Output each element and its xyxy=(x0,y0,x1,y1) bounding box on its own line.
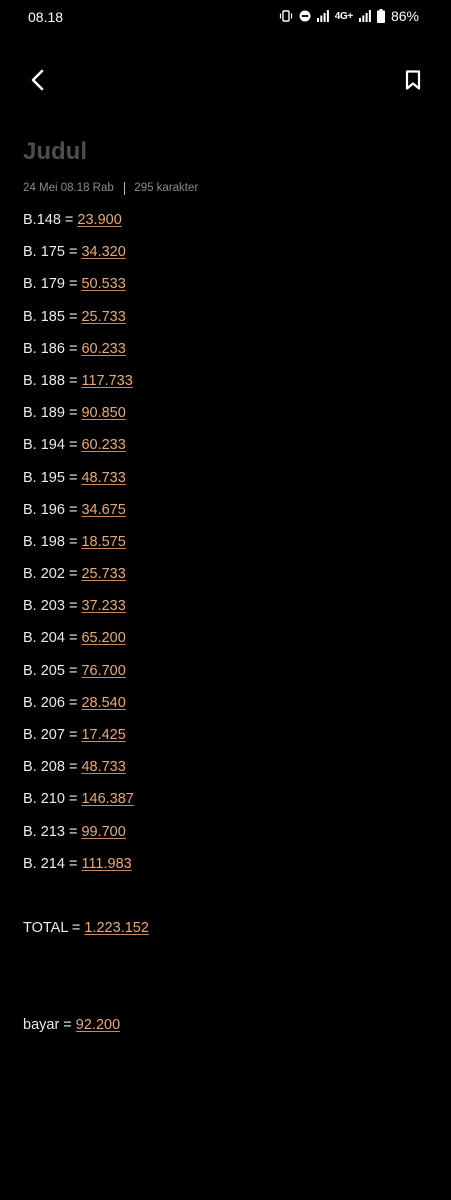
battery-percentage: 86% xyxy=(390,8,419,24)
note-line: B. 194 = 60.233 xyxy=(23,429,431,461)
note-title[interactable]: Judul xyxy=(23,137,87,167)
note-char-count: 295 karakter xyxy=(134,182,199,194)
status-bar: 08.18 4G+ 86% xyxy=(0,0,451,34)
line-label: B. 207 = xyxy=(23,727,82,743)
line-label: B. 205 = xyxy=(23,662,82,679)
line-label: B. 214 = xyxy=(23,855,82,872)
line-value[interactable]: 23.900 xyxy=(77,212,121,228)
bookmark-button[interactable] xyxy=(397,64,429,96)
line-value[interactable]: 48.733 xyxy=(81,759,125,775)
line-value[interactable]: 18.575 xyxy=(81,534,125,550)
total-label: TOTAL = xyxy=(23,920,85,937)
note-line: B. 175 = 34.320 xyxy=(23,236,431,268)
line-label: B. 203 = xyxy=(23,598,82,615)
note-line: B. 188 = 117.733 xyxy=(23,365,431,397)
total-value[interactable]: 1.223.152 xyxy=(84,920,149,936)
line-value[interactable]: 117.733 xyxy=(81,373,132,389)
vibrate-icon xyxy=(279,10,293,22)
note-date: 24 Mei 08.18 Rab xyxy=(23,182,114,194)
bayar-value[interactable]: 92.200 xyxy=(76,1017,120,1033)
network-type: 4G+ xyxy=(334,10,354,22)
bayar-line: bayar = 92.200 xyxy=(23,1009,431,1041)
note-line: B. 196 = 34.675 xyxy=(23,494,431,526)
line-label: B. 204 = xyxy=(23,630,82,647)
line-value[interactable]: 48.733 xyxy=(81,470,125,486)
note-line: B. 202 = 25.733 xyxy=(23,558,431,590)
line-label: B. 186 = xyxy=(23,340,82,357)
line-label: B. 206 = xyxy=(23,694,82,711)
line-value[interactable]: 37.233 xyxy=(81,598,125,614)
line-label: B. 208 = xyxy=(23,759,82,776)
line-value[interactable]: 25.733 xyxy=(81,566,125,582)
note-meta: 24 Mei 08.18 Rab 295 karakter xyxy=(23,181,198,195)
line-value[interactable]: 111.983 xyxy=(81,856,131,872)
line-label: B. 196 = xyxy=(23,501,82,518)
line-label: B. 179 = xyxy=(23,276,82,293)
note-line: B. 205 = 76.700 xyxy=(23,655,431,687)
line-value[interactable]: 60.233 xyxy=(81,437,125,453)
note-line: B. 203 = 37.233 xyxy=(23,590,431,622)
note-line: B. 206 = 28.540 xyxy=(23,687,431,719)
line-label: B.148 = xyxy=(23,212,78,228)
line-label: B. 175 = xyxy=(23,244,82,261)
note-line: B. 210 = 146.387 xyxy=(23,783,431,815)
bayar-label: bayar = xyxy=(23,1016,76,1033)
chevron-left-icon xyxy=(31,69,44,91)
toolbar xyxy=(0,60,451,100)
note-line: B.148 = 23.900 xyxy=(23,204,431,236)
note-line: B. 207 = 17.425 xyxy=(23,719,431,751)
note-line: B. 204 = 65.200 xyxy=(23,622,431,654)
note-line: B. 213 = 99.700 xyxy=(23,816,431,848)
line-value[interactable]: 28.540 xyxy=(81,695,125,711)
line-label: B. 202 = xyxy=(23,566,82,583)
note-line: B. 208 = 48.733 xyxy=(23,751,431,783)
line-value[interactable]: 25.733 xyxy=(81,309,125,325)
line-value[interactable]: 76.700 xyxy=(81,663,125,679)
note-line: B. 189 = 90.850 xyxy=(23,397,431,429)
line-label: B. 188 = xyxy=(23,372,82,389)
line-value[interactable]: 60.233 xyxy=(81,341,125,357)
note-line: B. 185 = 25.733 xyxy=(23,301,431,333)
note-line: B. 198 = 18.575 xyxy=(23,526,431,558)
note-line: B. 186 = 60.233 xyxy=(23,333,431,365)
signal-icon xyxy=(316,10,329,22)
signal-icon-2 xyxy=(358,10,371,22)
line-value[interactable]: 99.700 xyxy=(81,824,125,840)
note-line: B. 179 = 50.533 xyxy=(23,268,431,300)
line-label: B. 185 = xyxy=(23,308,82,325)
meta-divider xyxy=(123,181,126,195)
line-value[interactable]: 90.850 xyxy=(81,405,125,421)
battery-icon xyxy=(376,9,385,23)
line-value[interactable]: 34.320 xyxy=(81,244,125,260)
note-line: B. 195 = 48.733 xyxy=(23,462,431,494)
back-button[interactable] xyxy=(22,64,54,96)
total-line: TOTAL = 1.223.152 xyxy=(23,912,431,944)
line-value[interactable]: 50.533 xyxy=(81,276,125,292)
line-label: B. 195 = xyxy=(23,469,82,486)
note-body[interactable]: B.148 = 23.900 B. 175 = 34.320 B. 179 = … xyxy=(23,204,431,1041)
bookmark-icon xyxy=(405,70,421,90)
line-label: B. 194 = xyxy=(23,437,82,454)
line-value[interactable]: 65.200 xyxy=(81,630,125,646)
line-label: B. 198 = xyxy=(23,533,82,550)
line-label: B. 210 = xyxy=(23,791,82,808)
line-value[interactable]: 34.675 xyxy=(81,502,125,518)
status-icons: 4G+ 86% xyxy=(279,8,419,24)
line-value[interactable]: 146.387 xyxy=(81,791,133,807)
do-not-disturb-icon xyxy=(299,10,311,22)
note-line: B. 214 = 111.983 xyxy=(23,848,431,880)
status-time: 08.18 xyxy=(28,9,64,25)
line-label: B. 189 = xyxy=(23,405,82,422)
line-value[interactable]: 17.425 xyxy=(81,727,125,743)
blank-lines xyxy=(23,944,431,1008)
line-label: B. 213 = xyxy=(23,823,82,840)
